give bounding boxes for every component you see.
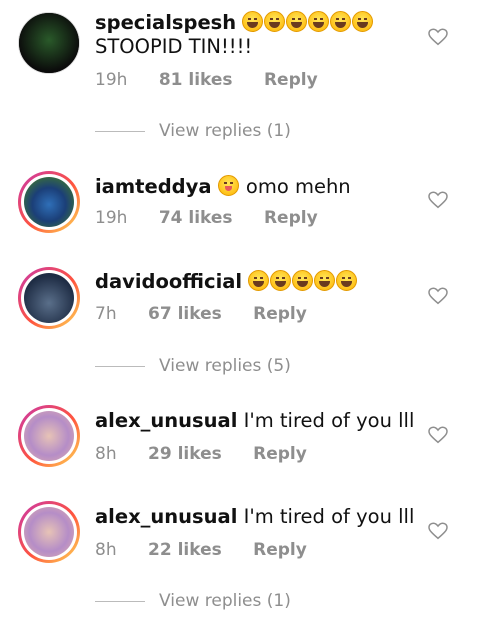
comment-username[interactable]: davidoofficial (95, 270, 242, 293)
likes-count[interactable]: 67 likes (148, 304, 222, 324)
comment-username[interactable]: iamteddya (95, 175, 212, 198)
reply-button[interactable]: Reply (253, 540, 307, 560)
laughing-emoji-icon (292, 270, 314, 291)
likes-count[interactable]: 74 likes (159, 208, 233, 228)
comment-time: 8h (95, 540, 117, 560)
view-replies-label: View replies (1) (159, 591, 291, 611)
avatar-image (24, 507, 74, 557)
laughing-emoji-icon (248, 270, 270, 291)
comment-time: 19h (95, 70, 128, 90)
laughing-emoji-icon (242, 11, 264, 32)
comment-meta: 8h 22 likes Reply (95, 540, 333, 560)
comment-meta: 8h 29 likes Reply (95, 444, 333, 464)
heart-outline-icon[interactable] (428, 522, 448, 540)
avatar[interactable] (18, 405, 80, 467)
avatar[interactable] (18, 12, 80, 74)
divider (95, 365, 145, 367)
comment-time: 7h (95, 304, 117, 324)
avatar[interactable] (18, 501, 80, 563)
comment-text: omo mehn (245, 175, 351, 198)
laughing-emoji-icon (314, 270, 336, 291)
comment-text: I'm tired of you lll (243, 505, 415, 528)
emoji-group (242, 11, 374, 38)
comment-username[interactable]: alex_unusual (95, 409, 237, 432)
emoji-group (248, 270, 358, 297)
avatar-image (24, 411, 74, 461)
avatar-image (19, 13, 79, 73)
laughing-emoji-icon (336, 270, 358, 291)
view-replies-label: View replies (5) (159, 356, 291, 376)
likes-count[interactable]: 29 likes (148, 444, 222, 464)
laughing-emoji-icon (264, 11, 286, 32)
heart-outline-icon[interactable] (428, 287, 448, 305)
laughing-emoji-icon (352, 11, 374, 32)
view-replies-button[interactable]: View replies (1) (95, 591, 291, 611)
comment-text: STOOPID TIN!!!! (95, 35, 253, 58)
laughing-emoji-icon (330, 11, 352, 32)
laughing-emoji-icon (286, 11, 308, 32)
comment-meta: 7h 67 likes Reply (95, 304, 333, 324)
view-replies-button[interactable]: View replies (1) (95, 121, 291, 141)
heart-outline-icon[interactable] (428, 191, 448, 209)
view-replies-button[interactable]: View replies (5) (95, 356, 291, 376)
comment-meta: 19h 81 likes Reply (95, 70, 344, 90)
emoji-group (217, 175, 240, 202)
heart-outline-icon[interactable] (428, 426, 448, 444)
reply-button[interactable]: Reply (264, 70, 318, 90)
reply-button[interactable]: Reply (253, 304, 307, 324)
comment-time: 19h (95, 208, 128, 228)
laughing-emoji-icon (308, 11, 330, 32)
avatar[interactable] (18, 267, 80, 329)
comment-username[interactable]: specialspesh (95, 11, 236, 34)
comment-meta: 19h 74 likes Reply (95, 208, 344, 228)
reply-button[interactable]: Reply (264, 208, 318, 228)
yum-emoji-icon (217, 175, 239, 196)
comment-username[interactable]: alex_unusual (95, 505, 237, 528)
heart-outline-icon[interactable] (428, 28, 448, 46)
likes-count[interactable]: 81 likes (159, 70, 233, 90)
divider (95, 600, 145, 602)
laughing-emoji-icon (270, 270, 292, 291)
reply-button[interactable]: Reply (253, 444, 307, 464)
view-replies-label: View replies (1) (159, 121, 291, 141)
avatar-image (24, 177, 74, 227)
avatar[interactable] (18, 171, 80, 233)
divider (95, 130, 145, 132)
comment-time: 8h (95, 444, 117, 464)
avatar-image (24, 273, 74, 323)
comment-text: I'm tired of you lll (243, 409, 415, 432)
likes-count[interactable]: 22 likes (148, 540, 222, 560)
